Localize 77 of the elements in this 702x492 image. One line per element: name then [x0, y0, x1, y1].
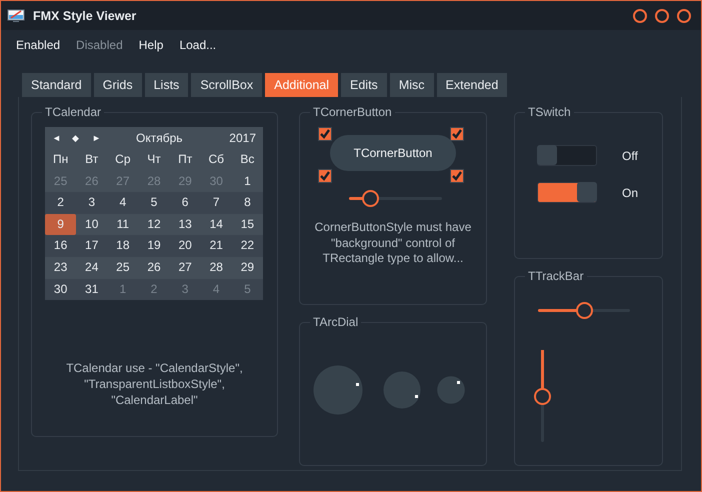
- menu-item[interactable]: Load...: [179, 38, 216, 60]
- checkbox[interactable]: [318, 127, 332, 141]
- tab[interactable]: Misc: [390, 73, 434, 97]
- calendar-day[interactable]: 23: [45, 256, 76, 279]
- menu-item[interactable]: Enabled: [16, 38, 60, 60]
- tab[interactable]: Grids: [94, 73, 142, 97]
- calendar-day[interactable]: 20: [170, 235, 201, 257]
- weekday-label: Пт: [177, 151, 194, 168]
- group-title: TCalendar: [44, 105, 102, 119]
- calendar-day[interactable]: 18: [107, 235, 138, 257]
- tab[interactable]: Standard: [22, 73, 91, 97]
- weekday-label: Ср: [114, 151, 132, 168]
- calendar-day[interactable]: 28: [200, 256, 232, 279]
- slider-thumb[interactable]: [362, 190, 380, 207]
- weekday-label: Вт: [84, 151, 100, 168]
- calendar-day[interactable]: 29: [232, 256, 263, 279]
- weekday-label: Сб: [208, 151, 226, 168]
- calendar-day[interactable]: 10: [76, 214, 108, 236]
- corner-button-note: CornerButtonStyle must have "background" control of TRectangle type to allow...: [314, 220, 472, 266]
- calendar-day[interactable]: 26: [138, 256, 170, 279]
- toggle-switch[interactable]: [537, 145, 597, 166]
- checkbox[interactable]: [450, 169, 464, 183]
- calendar-day[interactable]: 3: [76, 192, 108, 214]
- calendar-day[interactable]: 16: [45, 235, 76, 257]
- month-label: Октябрь: [136, 131, 183, 145]
- tab[interactable]: Lists: [144, 73, 188, 97]
- group-title: TSwitch: [527, 105, 572, 119]
- calendar-day[interactable]: 12: [138, 214, 170, 236]
- tab[interactable]: Extended: [436, 73, 508, 97]
- calendar-day[interactable]: 13: [170, 214, 201, 236]
- app-icon: [7, 8, 25, 22]
- tab[interactable]: ScrollBox: [191, 73, 262, 97]
- calendar-day[interactable]: 22: [232, 235, 263, 257]
- calendar-day[interactable]: 27: [170, 256, 201, 279]
- trackbar-thumb[interactable]: [534, 388, 551, 405]
- minimize-icon[interactable]: [633, 8, 647, 22]
- calendar-day[interactable]: 17: [76, 235, 108, 257]
- calendar-day[interactable]: 15: [232, 214, 263, 236]
- year-label: 2017: [229, 131, 256, 145]
- calendar-day[interactable]: 14: [200, 214, 232, 236]
- calendar-day[interactable]: 5: [138, 192, 170, 214]
- calendar-day[interactable]: 31: [76, 278, 108, 300]
- window-title: FMX Style Viewer: [33, 8, 136, 22]
- checkbox[interactable]: [318, 169, 332, 183]
- maximize-icon[interactable]: [655, 8, 669, 22]
- group-title: TArcDial: [312, 315, 360, 329]
- trackbar-thumb[interactable]: [576, 302, 593, 319]
- calendar-day[interactable]: 19: [138, 235, 170, 257]
- weekday-label: Вс: [239, 151, 256, 168]
- calendar-day[interactable]: 2: [45, 192, 76, 214]
- switch-label: Off: [622, 148, 638, 162]
- calendar-day[interactable]: 25: [107, 256, 138, 279]
- calendar-day[interactable]: 7: [200, 192, 232, 214]
- calendar-day[interactable]: 9: [45, 214, 76, 236]
- group-title: TCornerButton: [312, 105, 393, 119]
- calendar-note: TCalendar use - "CalendarStyle", "TransparentListboxStyle", "CalendarLabel": [65, 360, 244, 408]
- corner-button[interactable]: TCornerButton: [330, 135, 456, 171]
- menu-item[interactable]: Help: [138, 38, 164, 60]
- calendar-day[interactable]: 30: [45, 278, 76, 300]
- weekday-label: Чт: [146, 151, 162, 168]
- calendar-day[interactable]: 6: [170, 192, 201, 214]
- calendar-day[interactable]: 1: [232, 170, 263, 192]
- previous-button[interactable]: ◄: [52, 133, 72, 143]
- weekday-label: Пн: [52, 151, 70, 168]
- close-icon[interactable]: [677, 8, 691, 22]
- group-title: TTrackBar: [527, 269, 585, 283]
- calendar-day[interactable]: 24: [76, 256, 108, 279]
- tab[interactable]: Edits: [341, 73, 387, 97]
- next-button[interactable]: ►: [92, 133, 112, 143]
- calendar-day[interactable]: 8: [232, 192, 263, 214]
- checkbox[interactable]: [450, 127, 464, 141]
- switch-label: On: [622, 186, 638, 200]
- today-button[interactable]: ◆: [72, 133, 92, 143]
- calendar-day[interactable]: 4: [107, 192, 138, 214]
- calendar-day[interactable]: 21: [200, 235, 232, 257]
- toggle-switch[interactable]: [537, 182, 597, 203]
- calendar-day[interactable]: 11: [107, 214, 138, 236]
